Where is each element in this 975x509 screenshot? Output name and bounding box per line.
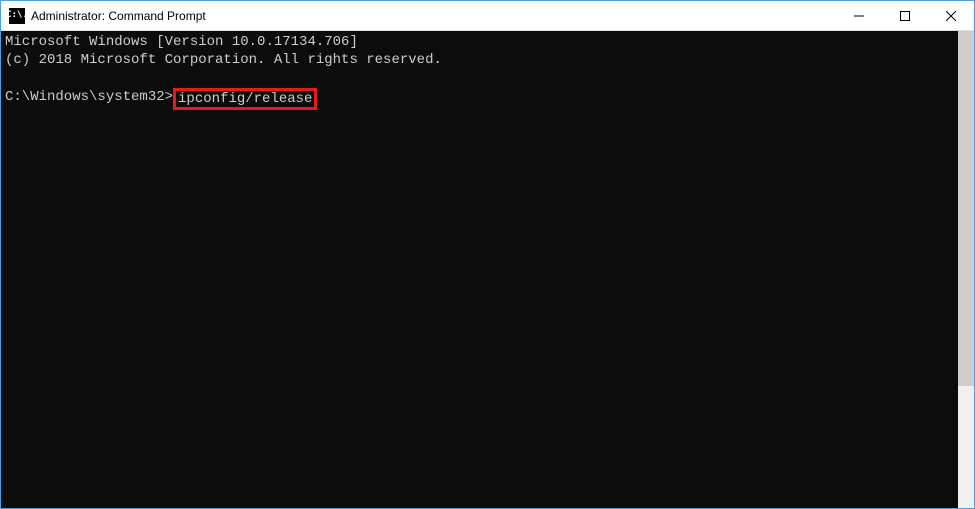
maximize-button[interactable] [882,1,928,30]
console-output[interactable]: Microsoft Windows [Version 10.0.17134.70… [1,31,958,508]
command-text: ipconfig/release [178,91,312,107]
version-line: Microsoft Windows [Version 10.0.17134.70… [5,34,358,50]
prompt-line: C:\Windows\system32> ipconfig/release [5,88,954,111]
copyright-line: (c) 2018 Microsoft Corporation. All righ… [5,52,442,68]
close-button[interactable] [928,1,974,30]
minimize-icon [854,11,864,21]
cmd-icon: C:\. [9,8,25,24]
window-controls [836,1,974,30]
maximize-icon [900,11,910,21]
vertical-scrollbar[interactable] [958,31,974,508]
cmd-icon-text: C:\. [6,11,28,20]
minimize-button[interactable] [836,1,882,30]
command-prompt-window: C:\. Administrator: Command Prompt Micro… [0,0,975,509]
console-area: Microsoft Windows [Version 10.0.17134.70… [1,31,974,508]
scrollbar-thumb[interactable] [958,31,974,386]
prompt-path: C:\Windows\system32> [5,88,173,106]
window-title: Administrator: Command Prompt [31,9,836,23]
titlebar[interactable]: C:\. Administrator: Command Prompt [1,1,974,31]
close-icon [946,11,956,21]
command-highlight: ipconfig/release [173,88,317,111]
